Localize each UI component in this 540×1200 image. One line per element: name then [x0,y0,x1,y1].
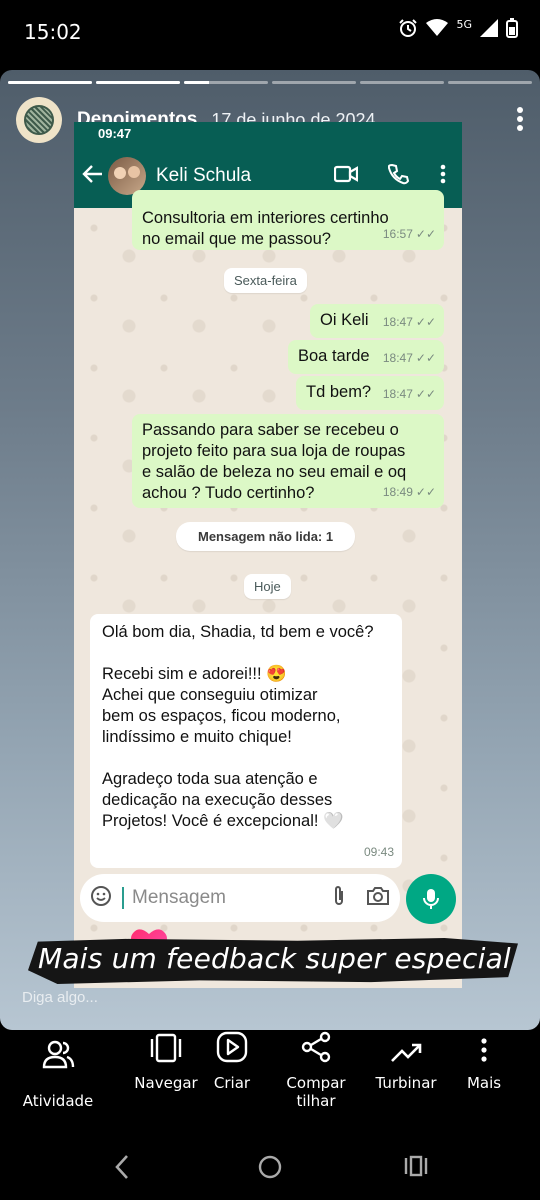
message-bubble: Olá bom dia, Shadia, td bem e você? Rece… [90,614,402,868]
network-label: 5G [456,18,472,31]
message-text: Boa tarde [298,347,370,365]
back-nav-icon[interactable] [114,1154,130,1185]
status-time: 15:02 [24,20,82,44]
action-label: Compar tilhar [286,1074,346,1110]
double-check-icon: ✓✓ [415,485,436,499]
more-vertical-icon [480,1037,488,1068]
double-check-icon: ✓✓ [415,315,436,329]
message-text: Td bem? [306,383,372,401]
camera-icon [366,886,390,911]
progress-segment [360,81,444,84]
attach-icon [332,885,346,912]
message-bubble: Td bem? 18:47 ✓✓ [296,376,444,410]
double-check-icon: ✓✓ [415,387,436,401]
video-call-icon [333,165,359,188]
unread-chip: Mensagem não lida: 1 [176,522,356,551]
mic-button [406,874,456,924]
status-bar: 15:02 5G [0,0,540,64]
date-chip: Sexta-feira [224,268,307,293]
message-bubble: Passando para saber se recebeu o projeto… [132,414,444,508]
wa-status-bar: 09:47 [74,122,462,144]
message-text: Olá bom dia, Shadia, td bem e você? Rece… [102,623,374,830]
more-vertical-icon[interactable] [516,106,524,137]
people-icon [41,1037,75,1076]
text-caret [122,887,124,909]
battery-icon [506,18,518,43]
status-icons: 5G [398,18,518,43]
alarm-icon [398,18,418,43]
create-button[interactable]: Criar [184,1030,280,1092]
action-label: Mais [466,1074,502,1092]
whatsapp-screenshot: 09:47 Keli Schula Consultoria em interio… [74,122,462,988]
progress-segment [272,81,356,84]
more-button[interactable]: Mais [436,1030,532,1092]
wa-contact-name: Keli Schula [156,165,252,186]
reply-input[interactable]: Diga algo... [22,989,98,1006]
message-bubble: Boa tarde 18:47 ✓✓ [288,340,444,374]
carousel-icon [149,1033,183,1068]
play-icon [216,1031,248,1068]
message-bubble: Oi Keli 18:47 ✓✓ [310,304,444,338]
date-chip: Hoje [244,574,291,599]
story-progress [8,81,532,84]
message-time: 18:47 [382,351,413,365]
story-action-bar: Atividade Navegar Criar Compar tilhar Tu… [0,1030,540,1132]
trend-icon [390,1043,422,1068]
avatar[interactable] [16,97,62,143]
home-nav-icon[interactable] [257,1154,283,1185]
signal-icon [480,19,498,42]
phone-icon [387,163,410,190]
progress-segment [448,81,532,84]
composer-placeholder: Mensagem [132,887,226,908]
message-time: 18:49 [382,485,413,499]
wa-composer: Mensagem [80,874,400,922]
action-label: Criar [213,1074,251,1092]
message-time: 09:43 [363,845,394,859]
progress-segment [184,81,268,84]
progress-segment [96,81,180,84]
message-time: 18:47 [382,387,413,401]
story-caption: Mais um feedback super especial [38,942,511,975]
message-time: 16:57 [382,227,413,241]
wa-menu-icon [440,164,446,189]
activity-button[interactable]: Atividade [10,1030,106,1110]
share-button[interactable]: Compar tilhar [268,1030,364,1110]
share-icon [300,1031,332,1068]
double-check-icon: ✓✓ [415,351,436,365]
progress-segment [8,81,92,84]
story-viewer[interactable]: Depoimentos 17 de junho de 2024 09:47 Ke… [0,70,540,1030]
action-label: Atividade [22,1092,94,1110]
recents-nav-icon[interactable] [404,1154,428,1183]
wa-chat: Consultoria em interiores certinho no em… [74,190,462,988]
message-bubble: Consultoria em interiores certinho no em… [132,190,444,250]
wifi-icon [426,19,449,42]
back-arrow-icon [82,163,104,190]
emoji-icon [90,885,112,912]
system-nav-bar [0,1134,540,1200]
double-check-icon: ✓✓ [415,227,436,241]
wa-status-time: 09:47 [98,126,132,141]
message-time: 18:47 [382,315,413,329]
message-text: Oi Keli [320,311,369,329]
